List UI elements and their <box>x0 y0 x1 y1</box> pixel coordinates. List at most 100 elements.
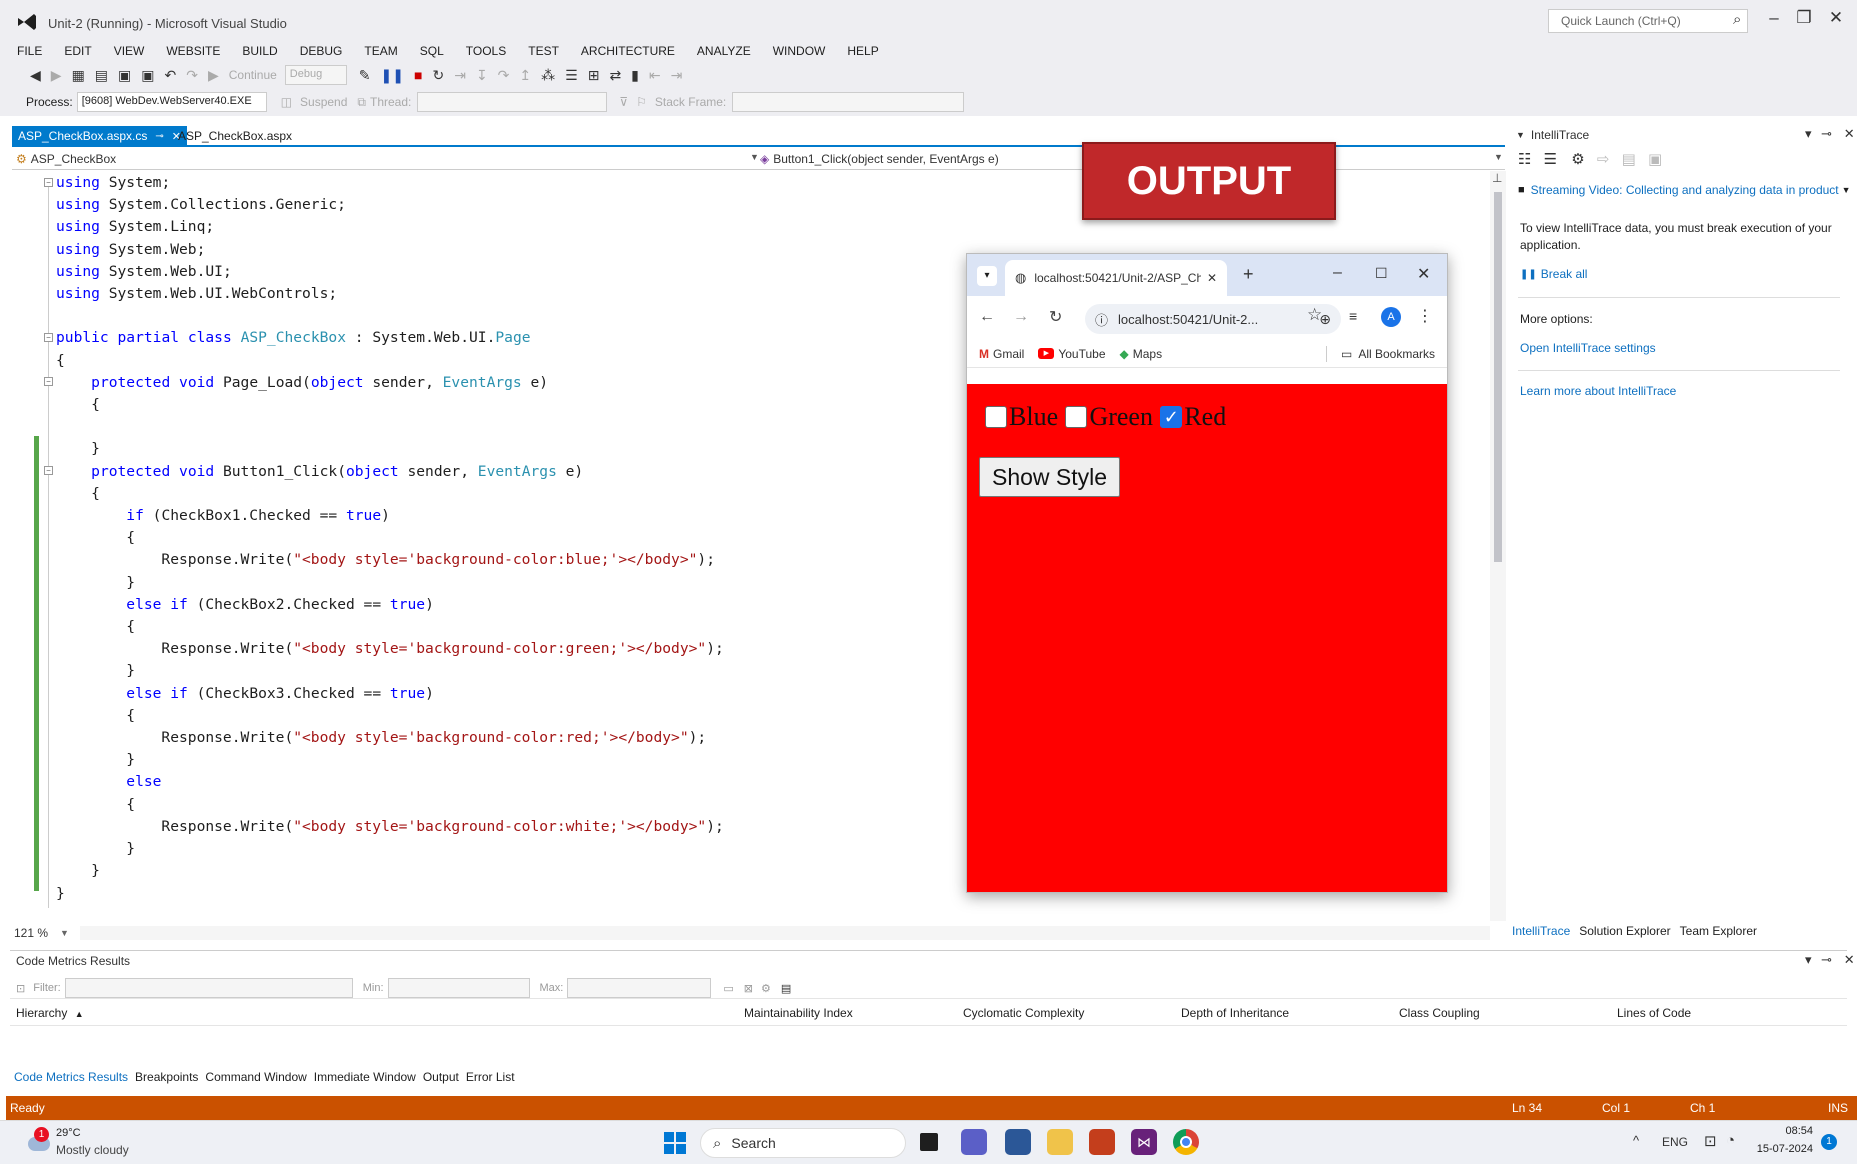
tab-output[interactable]: Output <box>423 1070 459 1084</box>
next-bookmark-icon[interactable]: ⇥ <box>671 67 683 84</box>
tab-team-explorer[interactable]: Team Explorer <box>1680 924 1757 938</box>
quick-launch-input[interactable]: Quick Launch (Ctrl+Q) <box>1548 9 1748 33</box>
col-depth[interactable]: Depth of Inheritance <box>1181 1006 1289 1020</box>
menu-team[interactable]: TEAM <box>364 44 397 58</box>
menu-help[interactable]: HELP <box>847 44 878 58</box>
open-settings-link[interactable]: Open IntelliTrace settings <box>1520 341 1656 355</box>
col-maintainability[interactable]: Maintainability Index <box>744 1006 853 1020</box>
teams-chat-icon[interactable] <box>961 1129 987 1155</box>
all-bookmarks-link[interactable]: All Bookmarks <box>1358 347 1435 361</box>
notification-badge[interactable]: 1 <box>1821 1134 1837 1150</box>
zoom-dropdown[interactable]: 121 % ▼ <box>14 926 69 940</box>
microsoft-store-icon[interactable] <box>1005 1129 1031 1155</box>
menu-window[interactable]: WINDOW <box>773 44 826 58</box>
bookmark-youtube[interactable]: YouTube <box>1058 347 1105 361</box>
close-tab-icon[interactable]: ✕ <box>1207 271 1217 285</box>
clock-time[interactable]: 08:54 <box>1781 1125 1813 1137</box>
config-dropdown[interactable]: Debug <box>284 65 347 85</box>
save-log-icon[interactable]: ▣ <box>1648 151 1662 168</box>
search-icon[interactable]: ⌕ <box>1733 11 1741 28</box>
menu-edit[interactable]: EDIT <box>64 44 91 58</box>
class-dropdown[interactable]: ⚙ ASP_CheckBox <box>16 152 116 166</box>
tab-error-list[interactable]: Error List <box>466 1070 515 1084</box>
next-icon[interactable]: ⇨ <box>1597 151 1610 168</box>
language-indicator[interactable]: ENG <box>1662 1135 1688 1149</box>
settings-gear-icon[interactable]: ⚙ <box>1571 151 1584 168</box>
menu-file[interactable]: FILE <box>17 44 42 58</box>
open-file-icon[interactable]: ▤ <box>95 67 108 84</box>
step-out-icon[interactable]: ↥ <box>519 67 531 84</box>
hex-display-icon[interactable]: ⁂ <box>541 67 555 84</box>
chevron-down-icon[interactable]: ▼ <box>1494 152 1503 162</box>
menu-build[interactable]: BUILD <box>242 44 277 58</box>
threads-icon[interactable]: ☰ <box>565 67 578 84</box>
forward-nav-icon[interactable]: ▶ <box>51 67 62 84</box>
clear-filter-icon[interactable]: ▭ <box>723 982 733 995</box>
tab-aspx[interactable]: ASP_CheckBox.aspx <box>176 126 294 146</box>
breakpoint-window-icon[interactable]: ⊞ <box>588 67 600 84</box>
chrome-icon[interactable] <box>1173 1129 1199 1155</box>
learn-more-link[interactable]: Learn more about IntelliTrace <box>1520 384 1676 398</box>
continue-icon[interactable]: ▶ <box>208 67 219 84</box>
menu-architecture[interactable]: ARCHITECTURE <box>581 44 675 58</box>
pin-icon[interactable]: ⊸ <box>1821 126 1832 141</box>
chevron-down-icon[interactable]: ▼ <box>750 152 759 162</box>
process-dropdown[interactable]: [9608] WebDev.WebServer40.EXE <box>76 92 267 112</box>
col-cyclomatic[interactable]: Cyclomatic Complexity <box>963 1006 1084 1020</box>
stop-icon[interactable]: ■ <box>414 67 422 83</box>
menu-test[interactable]: TEST <box>528 44 559 58</box>
continue-label[interactable]: Continue <box>229 68 277 82</box>
collapse-icon[interactable]: − <box>44 178 53 187</box>
menu-website[interactable]: WEBSITE <box>166 44 220 58</box>
info-icon[interactable]: ⓘ <box>1095 310 1108 329</box>
menu-analyze[interactable]: ANALYZE <box>697 44 751 58</box>
tab-code-metrics[interactable]: Code Metrics Results <box>14 1070 128 1084</box>
streaming-video-link[interactable]: ■ Streaming Video: Collecting and analyz… <box>1518 183 1851 197</box>
back-arrow-icon[interactable]: ← <box>979 308 995 326</box>
export-icon[interactable]: ▤ <box>781 982 791 995</box>
chevron-down-icon[interactable]: ▼ <box>60 928 69 938</box>
weather-description[interactable]: Mostly cloudy <box>56 1143 129 1157</box>
max-input[interactable] <box>567 978 712 998</box>
split-icon[interactable]: ⊥ <box>1492 171 1502 185</box>
checkbox-blue-label[interactable]: Blue <box>1009 402 1058 431</box>
scrollbar-thumb[interactable] <box>1494 192 1502 562</box>
browser-tab[interactable]: ◍ localhost:50421/Unit-2/ASP_Ch ✕ <box>1005 260 1227 296</box>
tab-search-icon[interactable]: ▾ <box>977 266 997 286</box>
back-nav-icon[interactable]: ◀ <box>30 67 41 84</box>
task-view-icon[interactable] <box>920 1133 938 1151</box>
star-icon[interactable]: ☆ <box>1307 305 1322 325</box>
bookmark-icon[interactable]: ▮ <box>631 67 639 84</box>
menu-debug[interactable]: DEBUG <box>300 44 343 58</box>
save-all-icon[interactable]: ▣ <box>141 67 154 84</box>
bookmark-maps[interactable]: Maps <box>1133 347 1162 361</box>
close-icon[interactable]: ✕ <box>1417 264 1430 284</box>
horizontal-scrollbar[interactable] <box>80 926 1490 940</box>
powerpoint-icon[interactable] <box>1089 1129 1115 1155</box>
browser-window[interactable]: ▾ ◍ localhost:50421/Unit-2/ASP_Ch ✕ + – … <box>966 253 1448 893</box>
filter-dropdown[interactable] <box>64 978 353 998</box>
restore-button[interactable]: ❐ <box>1792 8 1816 28</box>
close-button[interactable]: ✕ <box>1824 8 1848 28</box>
open-log-icon[interactable]: ▤ <box>1622 151 1636 168</box>
pin-icon[interactable]: ⊸ <box>155 131 163 142</box>
dropdown-icon[interactable]: ▾ <box>1805 126 1812 141</box>
show-next-statement-icon[interactable]: ⇥ <box>454 67 466 84</box>
save-icon[interactable]: ▣ <box>118 67 131 84</box>
events-view-icon[interactable]: ☷ <box>1518 151 1531 168</box>
checkbox-red-label[interactable]: Red <box>1184 402 1226 431</box>
menu-view[interactable]: VIEW <box>114 44 145 58</box>
col-coupling[interactable]: Class Coupling <box>1399 1006 1480 1020</box>
profile-avatar[interactable]: A <box>1381 307 1401 327</box>
checkbox-red[interactable]: ✓ <box>1160 406 1183 428</box>
metrics-icon[interactable]: ⊡ <box>16 982 25 995</box>
suspend-label[interactable]: Suspend <box>300 95 347 109</box>
pin-icon[interactable]: ⊸ <box>1821 952 1832 967</box>
member-dropdown[interactable]: ◈ Button1_Click(object sender, EventArgs… <box>760 152 999 166</box>
clock-date[interactable]: 15-07-2024 <box>1753 1143 1813 1155</box>
redo-icon[interactable]: ↷ <box>186 67 198 84</box>
checkbox-green[interactable] <box>1065 406 1088 428</box>
tab-breakpoints[interactable]: Breakpoints <box>135 1070 198 1084</box>
close-panel-icon[interactable]: ✕ <box>1844 126 1855 141</box>
collapse-icon[interactable]: − <box>44 377 53 386</box>
